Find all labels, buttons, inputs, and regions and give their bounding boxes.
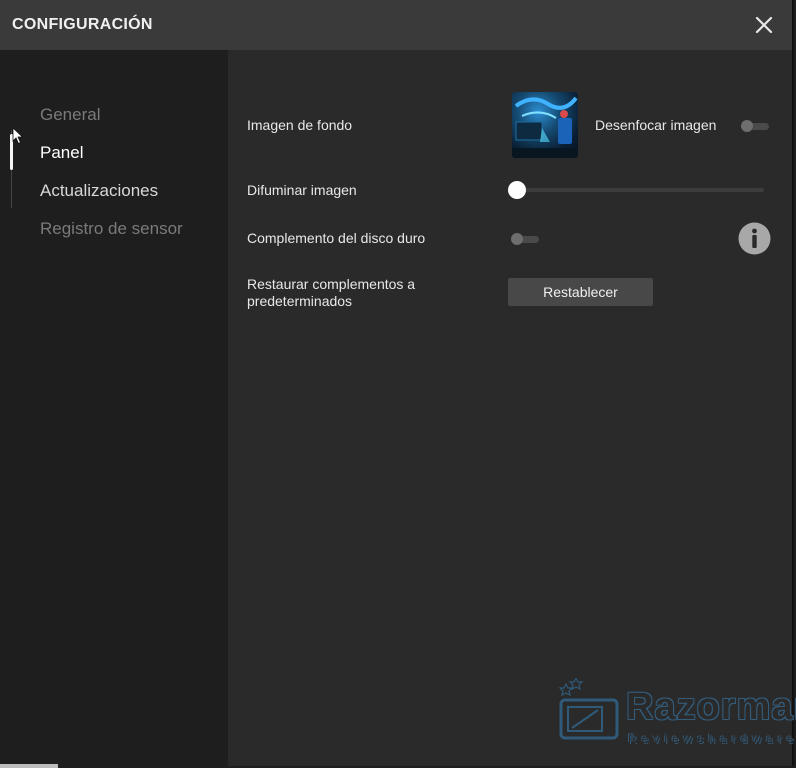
fade-image-label: Difuminar imagen (247, 182, 357, 198)
mouse-cursor-icon (12, 127, 24, 145)
close-icon (755, 16, 773, 34)
watermark-brand: Razorman (626, 686, 796, 728)
title-bar: CONFIGURACIÓN (0, 0, 792, 51)
restore-plugins-label: Restaurar complementos a predeterminados (247, 276, 416, 309)
background-image-label: Imagen de fondo (247, 117, 353, 133)
close-button[interactable] (752, 13, 776, 37)
background-image-thumbnail[interactable] (512, 92, 578, 158)
slider-rail (514, 188, 764, 192)
watermark-tagline: Reviewshardware (628, 732, 796, 746)
hdd-plugin-label: Complemento del disco duro (247, 230, 426, 246)
sidebar: General Panel Actualizaciones Registro d… (0, 50, 228, 766)
watermark-monitor-icon (558, 678, 619, 740)
blur-image-toggle[interactable] (741, 120, 769, 132)
fade-image-slider[interactable] (508, 180, 766, 200)
background-thumbnail (512, 96, 578, 158)
watermark-logo: Razorman Reviewshardware (558, 656, 796, 762)
reset-button[interactable]: Restablecer (508, 278, 653, 306)
sidebar-item-registro-de-sensor[interactable]: Registro de sensor (40, 219, 183, 239)
slider-handle[interactable] (508, 181, 526, 199)
panel-settings: Imagen de fondo Desenfocar imagen Difumi… (228, 50, 796, 766)
toggle-knob (511, 233, 523, 245)
hdd-plugin-toggle[interactable] (511, 233, 539, 245)
sidebar-item-general[interactable]: General (40, 105, 100, 125)
settings-window: CONFIGURACIÓN General Panel Actualizacio… (0, 0, 796, 766)
sidebar-item-actualizaciones[interactable]: Actualizaciones (40, 181, 158, 201)
window-title: CONFIGURACIÓN (12, 16, 153, 33)
blur-image-label: Desenfocar imagen (595, 117, 717, 133)
toggle-knob (741, 120, 753, 132)
info-icon[interactable] (738, 222, 771, 255)
sidebar-item-panel[interactable]: Panel (40, 143, 83, 163)
bottom-edge (0, 764, 58, 768)
